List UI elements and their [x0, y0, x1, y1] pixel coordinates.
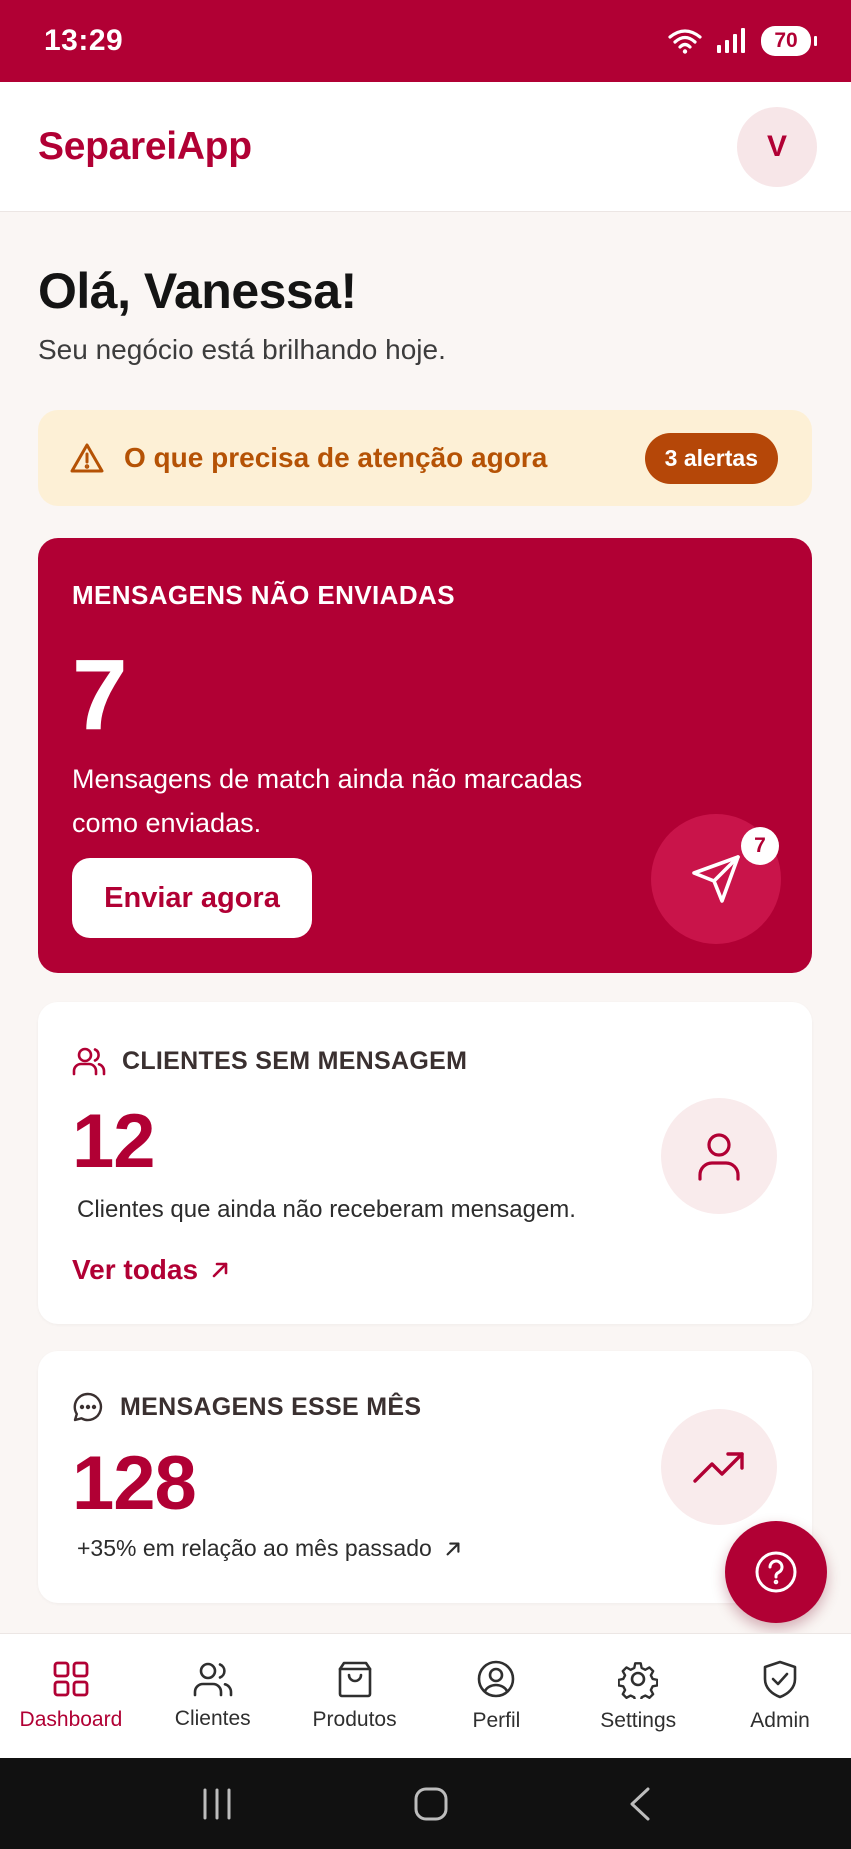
unsent-messages-card: MENSAGENS NÃO ENVIADAS 7 Mensagens de ma…: [38, 538, 812, 973]
unsent-description: Mensagens de match ainda não marcadas co…: [72, 764, 583, 838]
nav-label: Perfil: [472, 1709, 521, 1732]
nav-item-clientes[interactable]: Clientes: [142, 1634, 284, 1758]
messages-this-month-card: MENSAGENS ESSE MÊS 128 +35% em relação a…: [38, 1351, 812, 1603]
app-brand[interactable]: SepareiApp: [38, 125, 252, 169]
messages-trend: +35% em relação ao mês passado: [77, 1535, 462, 1562]
avatar[interactable]: V: [737, 106, 817, 187]
bag-icon: [337, 1660, 373, 1698]
nav-label: Clientes: [174, 1707, 251, 1730]
card-header: CLIENTES SEM MENSAGEM: [72, 1046, 467, 1076]
nav-item-dashboard[interactable]: Dashboard: [0, 1634, 142, 1758]
help-icon: [754, 1550, 798, 1594]
card-header: MENSAGENS ESSE MÊS: [72, 1391, 421, 1423]
user-icon: [696, 1131, 742, 1181]
user-circle-icon: [476, 1659, 516, 1699]
status-icons: 70: [667, 26, 817, 56]
help-fab[interactable]: [725, 1521, 827, 1623]
alert-count-badge[interactable]: 3 alertas: [644, 432, 778, 484]
alert-text: O que precisa de atenção agora: [124, 442, 548, 473]
recent-apps-icon[interactable]: [199, 1787, 235, 1821]
home-icon[interactable]: [413, 1786, 449, 1822]
nav-item-perfil[interactable]: Perfil: [425, 1634, 567, 1758]
status-bar: 13:29 70: [0, 0, 851, 82]
nav-label: Settings: [600, 1709, 677, 1732]
attention-alert-bar[interactable]: O que precisa de atenção agora 3 alertas: [38, 410, 812, 506]
messages-icon-circle: [661, 1409, 777, 1525]
shield-check-icon: [762, 1659, 798, 1699]
clients-description: Clientes que ainda não receberam mensage…: [77, 1196, 576, 1223]
chat-bubble-icon: [72, 1391, 104, 1423]
signal-icon: [715, 27, 749, 55]
clients-card-label: CLIENTES SEM MENSAGEM: [122, 1046, 468, 1075]
users-icon: [193, 1661, 233, 1697]
warning-icon: [70, 442, 104, 474]
grid-icon: [52, 1660, 90, 1698]
messages-card-label: MENSAGENS ESSE MÊS: [120, 1392, 422, 1421]
arrow-up-right-icon: [210, 1260, 230, 1280]
greeting: Olá, Vanessa! Seu negócio está brilhando…: [38, 262, 446, 366]
app-header: SepareiApp V: [0, 82, 851, 212]
send-icon: [688, 851, 744, 907]
unsent-badge: 7: [741, 827, 779, 865]
wifi-icon: [667, 27, 703, 55]
nav-label: Produtos: [312, 1708, 397, 1731]
trending-up-icon: [692, 1449, 746, 1485]
nav-label: Dashboard: [19, 1708, 123, 1731]
page-title: Olá, Vanessa!: [38, 263, 357, 319]
nav-item-settings[interactable]: Settings: [567, 1634, 709, 1758]
nav-item-produtos[interactable]: Produtos: [284, 1634, 426, 1758]
unsent-count: 7: [72, 639, 128, 751]
view-all-link[interactable]: Ver todas: [72, 1254, 230, 1286]
clients-without-message-card: CLIENTES SEM MENSAGEM 12 Clientes que ai…: [38, 1002, 812, 1324]
page-subtitle: Seu negócio está brilhando hoje.: [38, 334, 446, 365]
nav-label: Admin: [750, 1709, 810, 1732]
back-icon[interactable]: [628, 1786, 652, 1822]
view-all-label: Ver todas: [72, 1254, 199, 1285]
arrow-up-right-icon: [444, 1540, 462, 1558]
battery-indicator: 70: [761, 26, 817, 56]
messages-count: 128: [72, 1441, 197, 1526]
status-time: 13:29: [44, 24, 124, 57]
clients-icon-circle: [661, 1098, 777, 1214]
clients-count: 12: [72, 1099, 156, 1184]
bottom-nav: Dashboard Clientes Produtos Perfil Setti…: [0, 1633, 851, 1758]
trend-text: +35% em relação ao mês passado: [77, 1535, 432, 1561]
gear-icon: [618, 1659, 659, 1699]
nav-item-admin[interactable]: Admin: [709, 1634, 851, 1758]
users-icon: [72, 1046, 106, 1076]
send-now-button[interactable]: Enviar agora: [72, 858, 312, 938]
unsent-label: MENSAGENS NÃO ENVIADAS: [72, 580, 455, 610]
system-nav-bar: [0, 1758, 851, 1849]
